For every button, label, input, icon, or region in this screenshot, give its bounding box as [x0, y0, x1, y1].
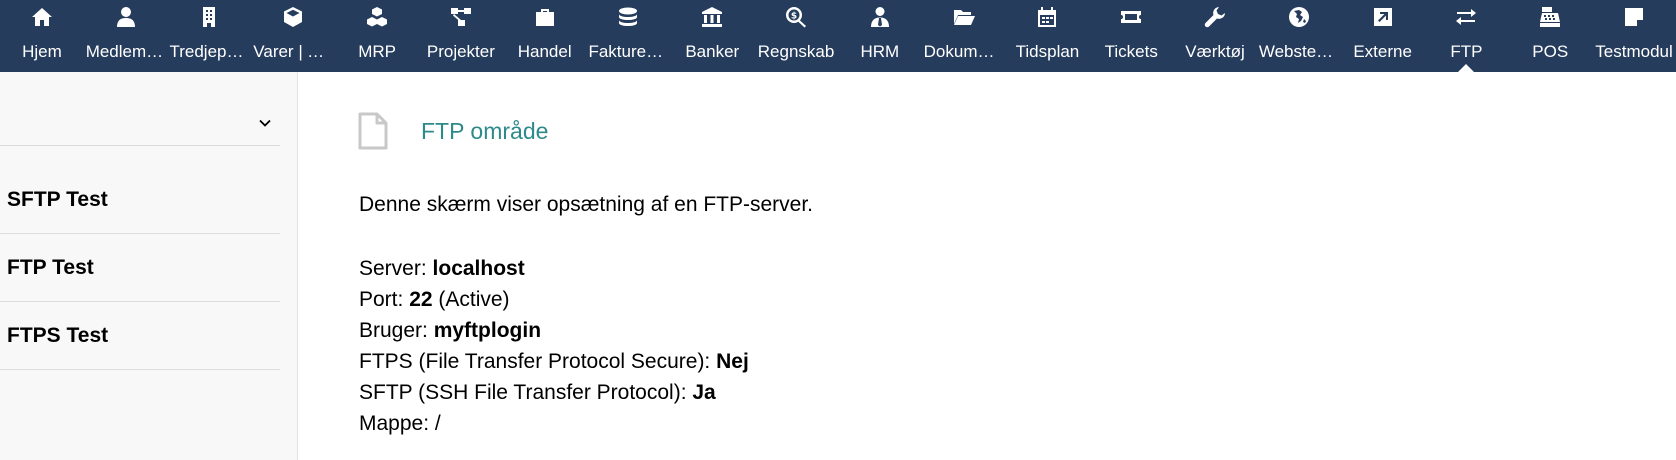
- top-menu-item-label: Værktøj: [1185, 42, 1245, 61]
- top-menu-item-medlemmer[interactable]: Medlemmer: [84, 0, 168, 72]
- external-link-icon: [1372, 6, 1394, 28]
- top-menu-item-tredjeparter[interactable]: Tredjeparter: [168, 0, 252, 72]
- top-menu-item-label: MRP: [358, 42, 396, 61]
- left-menu-list: SFTP Test FTP Test FTPS Test: [0, 166, 280, 370]
- top-menu-item-label: Tredjeparter: [169, 42, 249, 61]
- folder-value: /: [434, 412, 441, 435]
- top-menu-item-label: Testmodul: [1595, 42, 1673, 61]
- user-icon: [115, 6, 137, 28]
- top-menu-item-label: Externe: [1353, 42, 1412, 61]
- top-menu-item-label: Medlemmer: [85, 42, 166, 61]
- ftp-info-block: Server: localhost Port: 22 (Active) Brug…: [359, 253, 749, 439]
- globe-icon: [1288, 6, 1310, 28]
- port-value: 22: [409, 288, 433, 311]
- top-menu-bar: Hjem MedlemmerTredjeparterVarer | Ydelser…: [0, 0, 1676, 72]
- wrench-icon: [1204, 6, 1226, 28]
- sftp-value: Ja: [692, 381, 716, 404]
- chevron-down-icon: [259, 119, 271, 127]
- top-menu-item-label: HRM: [860, 42, 900, 61]
- user-row: Bruger: myftplogin: [359, 319, 542, 342]
- top-menu-item-label: Websteder: [1258, 42, 1339, 61]
- top-menu-item-hjem[interactable]: Hjem: [0, 0, 84, 72]
- top-menu-item-label: Regnskab: [757, 42, 835, 61]
- port-row: Port: 22 (Active): [359, 288, 510, 311]
- main-content: FTP område Denne skærm viser opsætning a…: [298, 72, 1676, 460]
- svg-text:$: $: [791, 12, 797, 22]
- project-diagram-icon: [450, 6, 472, 28]
- top-menu-item-projekter[interactable]: Projekter: [419, 0, 503, 72]
- left-menu-item-label: SFTP Test: [7, 187, 108, 211]
- left-panel-select[interactable]: [0, 98, 280, 146]
- top-menu-item-hrm[interactable]: HRM: [838, 0, 922, 72]
- folder-open-icon: [953, 6, 975, 28]
- top-menu-item-label: Dokumenter: [923, 42, 1004, 61]
- port-status: (Active): [432, 288, 510, 311]
- page-title: FTP område: [421, 118, 549, 144]
- top-menu-item-label: Fakturering: [588, 42, 669, 61]
- left-menu-item-ftp-test[interactable]: FTP Test: [0, 234, 280, 302]
- user-tie-icon: [869, 6, 891, 28]
- left-menu-item-ftps-test[interactable]: FTPS Test: [0, 302, 280, 370]
- calendar-icon: [1036, 6, 1058, 28]
- file-icon: [358, 112, 388, 150]
- folder-row: Mappe: /: [359, 412, 441, 435]
- top-menu-item-ftp[interactable]: FTP: [1425, 0, 1509, 72]
- top-menu-item-varer-ydelser[interactable]: Varer | Ydelser: [251, 0, 335, 72]
- top-menu-item-værktøj[interactable]: Værktøj: [1173, 0, 1257, 72]
- sftp-row: SFTP (SSH File Transfer Protocol): Ja: [359, 381, 716, 404]
- page-description: Denne skærm viser opsætning af en FTP-se…: [359, 193, 814, 216]
- sticky-note-icon: [1623, 6, 1645, 28]
- cube-icon: [282, 6, 304, 28]
- cash-register-icon: [1539, 6, 1561, 28]
- top-menu-item-dokumenter[interactable]: Dokumenter: [922, 0, 1006, 72]
- search-dollar-icon: $: [785, 6, 807, 28]
- top-menu-item-label: Hjem: [22, 42, 62, 61]
- top-menu-item-label: POS: [1532, 42, 1569, 61]
- exchange-icon: [1455, 6, 1477, 28]
- server-value: localhost: [432, 257, 525, 280]
- top-menu-item-pos[interactable]: POS: [1508, 0, 1592, 72]
- top-menu-item-websteder[interactable]: Websteder: [1257, 0, 1341, 72]
- server-row: Server: localhost: [359, 257, 525, 280]
- left-menu-item-sftp-test[interactable]: SFTP Test: [0, 166, 280, 234]
- left-menu-item-label: FTPS Test: [7, 323, 109, 347]
- top-menu-item-fakturering[interactable]: Fakturering: [587, 0, 671, 72]
- top-menu-item-label: Varer | Ydelser: [253, 42, 333, 61]
- user-value: myftplogin: [433, 319, 542, 342]
- top-menu-item-mrp[interactable]: MRP: [335, 0, 419, 72]
- top-menu-item-label: Handel: [517, 42, 572, 61]
- top-menu-item-testmodul[interactable]: Testmodul: [1592, 0, 1676, 72]
- home-icon: [31, 6, 53, 28]
- top-menu-item-banker[interactable]: Banker: [670, 0, 754, 72]
- top-menu-item-label: Tidsplan: [1015, 42, 1080, 61]
- bank-icon: [701, 6, 723, 28]
- ftps-value: Nej: [716, 350, 749, 373]
- left-menu-item-label: FTP Test: [7, 255, 94, 279]
- top-menu-item-externe[interactable]: Externe: [1341, 0, 1425, 72]
- top-menu-item-handel[interactable]: Handel: [503, 0, 587, 72]
- top-menu-item-label: Projekter: [426, 42, 495, 61]
- top-menu-item-regnskab[interactable]: $ Regnskab: [754, 0, 838, 72]
- top-menu-item-tidsplan[interactable]: Tidsplan: [1006, 0, 1090, 72]
- top-menu-item-tickets[interactable]: Tickets: [1089, 0, 1173, 72]
- coins-icon: [617, 6, 639, 28]
- building-icon: [198, 6, 220, 28]
- suitcase-icon: [534, 6, 556, 28]
- top-menu-item-label: Tickets: [1104, 42, 1158, 61]
- top-menu-item-label: Banker: [685, 42, 740, 61]
- cubes-icon: [366, 6, 388, 28]
- top-menu-item-label: FTP: [1450, 42, 1483, 61]
- left-panel: SFTP Test FTP Test FTPS Test: [0, 72, 298, 460]
- active-menu-indicator: [1458, 64, 1475, 72]
- ftps-row: FTPS (File Transfer Protocol Secure): Ne…: [359, 350, 749, 373]
- ticket-icon: [1120, 6, 1142, 28]
